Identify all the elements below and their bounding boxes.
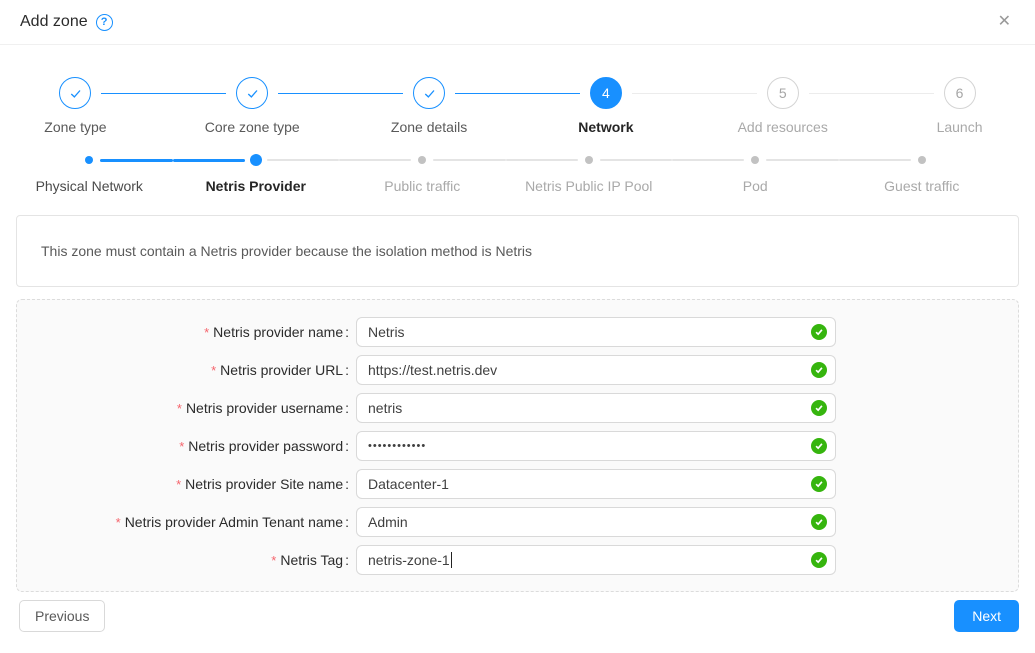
network-substeps: Physical Network Netris Provider Public … bbox=[6, 153, 1005, 194]
required-asterisk: * bbox=[177, 401, 182, 416]
notice-text: This zone must contain a Netris provider… bbox=[41, 243, 532, 259]
step-label: Core zone type bbox=[205, 119, 300, 135]
help-icon[interactable]: ? bbox=[96, 14, 113, 31]
step-finished-check-icon bbox=[413, 77, 445, 109]
substep-label: Netris Provider bbox=[206, 178, 306, 194]
step-number: 6 bbox=[944, 77, 976, 109]
netris-provider-password-input[interactable]: •••••••••••• bbox=[356, 431, 836, 461]
step-label: Add resources bbox=[738, 119, 828, 135]
substep-netris-provider: Netris Provider bbox=[173, 153, 340, 194]
text-caret bbox=[451, 552, 453, 568]
step-number: 5 bbox=[767, 77, 799, 109]
form-row: *Netris provider Site name: Datacenter-1 bbox=[17, 465, 1018, 503]
substep-guest-traffic: Guest traffic bbox=[839, 153, 1006, 194]
substep-dot bbox=[918, 153, 926, 167]
step-launch: 6 Launch bbox=[871, 77, 1035, 135]
netris-provider-url-input[interactable]: https://test.netris.dev bbox=[356, 355, 836, 385]
substep-public-traffic: Public traffic bbox=[339, 153, 506, 194]
netris-provider-username-input[interactable]: netris bbox=[356, 393, 836, 423]
netris-tag-input[interactable]: netris-zone-1 bbox=[356, 545, 836, 575]
required-asterisk: * bbox=[116, 515, 121, 530]
form-row: *Netris provider URL: https://test.netri… bbox=[17, 351, 1018, 389]
valid-check-icon bbox=[811, 514, 827, 530]
isolation-method-notice: This zone must contain a Netris provider… bbox=[16, 215, 1019, 287]
field-label: *Netris provider Admin Tenant name: bbox=[17, 514, 349, 530]
required-asterisk: * bbox=[211, 363, 216, 378]
step-finished-check-icon bbox=[236, 77, 268, 109]
dialog-footer: Previous Next bbox=[0, 600, 1035, 632]
required-asterisk: * bbox=[179, 439, 184, 454]
field-label: *Netris provider name: bbox=[17, 324, 349, 340]
form-row: *Netris Tag: netris-zone-1 bbox=[17, 541, 1018, 579]
valid-check-icon bbox=[811, 552, 827, 568]
substep-netris-public-ip-pool: Netris Public IP Pool bbox=[506, 153, 673, 194]
substep-label: Pod bbox=[743, 178, 768, 194]
required-asterisk: * bbox=[204, 325, 209, 340]
valid-check-icon bbox=[811, 362, 827, 378]
step-core-zone-type: Core zone type bbox=[164, 77, 341, 135]
step-network: 4 Network bbox=[517, 77, 694, 135]
substep-label: Netris Public IP Pool bbox=[525, 178, 652, 194]
field-label: *Netris provider Site name: bbox=[17, 476, 349, 492]
substep-label: Public traffic bbox=[384, 178, 460, 194]
step-label: Zone details bbox=[391, 119, 467, 135]
form-row: *Netris provider Admin Tenant name: Admi… bbox=[17, 503, 1018, 541]
required-asterisk: * bbox=[176, 477, 181, 492]
close-icon[interactable]: ✕ bbox=[994, 10, 1015, 34]
netris-provider-form: *Netris provider name: Netris *Netris pr… bbox=[16, 299, 1019, 592]
step-label: Network bbox=[578, 119, 633, 135]
previous-button[interactable]: Previous bbox=[19, 600, 105, 632]
field-label: *Netris provider password: bbox=[17, 438, 349, 454]
valid-check-icon bbox=[811, 324, 827, 340]
field-label: *Netris provider URL: bbox=[17, 362, 349, 378]
form-row: *Netris provider password: •••••••••••• bbox=[17, 427, 1018, 465]
substep-pod: Pod bbox=[672, 153, 839, 194]
next-button[interactable]: Next bbox=[954, 600, 1019, 632]
substep-dot bbox=[751, 153, 759, 167]
substep-label: Physical Network bbox=[36, 178, 143, 194]
required-asterisk: * bbox=[271, 553, 276, 568]
substep-dot bbox=[85, 153, 93, 167]
netris-provider-site-name-input[interactable]: Datacenter-1 bbox=[356, 469, 836, 499]
substep-label: Guest traffic bbox=[884, 178, 959, 194]
step-label: Launch bbox=[937, 119, 983, 135]
step-number: 4 bbox=[590, 77, 622, 109]
valid-check-icon bbox=[811, 400, 827, 416]
substep-physical-network: Physical Network bbox=[6, 153, 173, 194]
valid-check-icon bbox=[811, 476, 827, 492]
substep-dot bbox=[585, 153, 593, 167]
step-zone-details: Zone details bbox=[341, 77, 518, 135]
step-finished-check-icon bbox=[59, 77, 91, 109]
valid-check-icon bbox=[811, 438, 827, 454]
dialog-title: Add zone bbox=[20, 13, 88, 31]
substep-dot bbox=[418, 153, 426, 167]
netris-provider-name-input[interactable]: Netris bbox=[356, 317, 836, 347]
form-row: *Netris provider name: Netris bbox=[17, 313, 1018, 351]
substep-dot bbox=[250, 153, 262, 167]
step-label: Zone type bbox=[44, 119, 106, 135]
dialog-header: Add zone ? ✕ bbox=[0, 0, 1035, 45]
field-label: *Netris provider username: bbox=[17, 400, 349, 416]
step-zone-type: Zone type bbox=[0, 77, 164, 135]
wizard-steps: Zone type Core zone type Zone details 4 … bbox=[0, 77, 1035, 135]
netris-provider-admin-tenant-name-input[interactable]: Admin bbox=[356, 507, 836, 537]
form-row: *Netris provider username: netris bbox=[17, 389, 1018, 427]
step-add-resources: 5 Add resources bbox=[694, 77, 871, 135]
field-label: *Netris Tag: bbox=[17, 552, 349, 568]
